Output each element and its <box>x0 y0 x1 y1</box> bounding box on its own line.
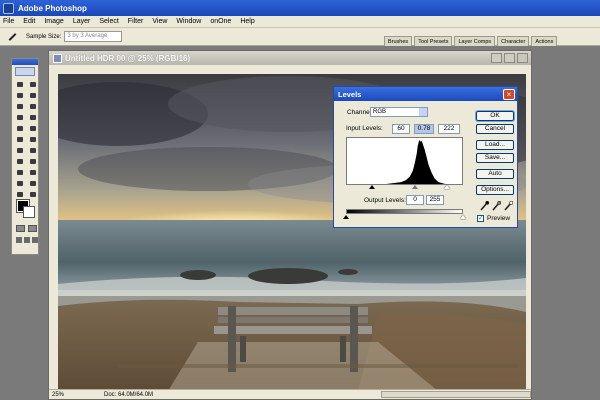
output-levels-label: Output Levels: <box>364 197 406 204</box>
eyedropper-icon[interactable] <box>6 31 18 43</box>
magic-wand-tool-icon[interactable] <box>28 91 39 100</box>
output-white-handle[interactable] <box>460 215 466 219</box>
histogram <box>346 137 463 185</box>
background-color-swatch[interactable] <box>23 206 35 218</box>
blur-tool-icon[interactable] <box>15 146 26 155</box>
lasso-tool-icon[interactable] <box>15 91 26 100</box>
brush-tool-icon[interactable] <box>28 113 39 122</box>
photoshop-app-icon <box>3 2 14 14</box>
document-size[interactable]: Doc: 64.0M/64.0M <box>104 392 153 398</box>
document-title-bar[interactable]: Untitled HDR 00 @ 25% (RGB/16) <box>49 51 531 65</box>
cancel-button[interactable]: Cancel <box>476 124 514 134</box>
input-levels-label: Input Levels: <box>346 125 383 132</box>
auto-button[interactable]: Auto <box>476 169 514 179</box>
standard-mode-icon[interactable] <box>16 225 25 232</box>
clone-stamp-tool-icon[interactable] <box>15 124 26 133</box>
output-black-field[interactable]: 0 <box>406 195 424 205</box>
maximize-button[interactable] <box>504 53 515 63</box>
menu-file[interactable]: File <box>3 18 14 25</box>
levels-dialog: Levels × Channel: RGB Input Levels: 60 0… <box>333 86 518 228</box>
menu-onone[interactable]: onOne <box>210 18 231 25</box>
notes-tool-icon[interactable] <box>15 179 26 188</box>
menu-image[interactable]: Image <box>44 18 63 25</box>
gray-eyedropper-icon[interactable] <box>492 200 502 211</box>
standard-screen-mode-icon[interactable] <box>16 237 22 243</box>
app-title-bar: Adobe Photoshop <box>0 0 600 16</box>
output-gradient-bar <box>346 209 463 214</box>
preview-checkbox[interactable]: ✓ <box>477 215 484 222</box>
levels-title: Levels <box>338 89 362 99</box>
tab-tool-presets[interactable]: Tool Presets <box>414 36 453 46</box>
menu-window[interactable]: Window <box>176 18 201 25</box>
slice-tool-icon[interactable] <box>28 102 39 111</box>
output-black-handle[interactable] <box>343 215 349 219</box>
hand-tool-icon[interactable] <box>15 190 26 199</box>
input-slider[interactable] <box>346 185 463 190</box>
move-tool-icon[interactable] <box>28 80 39 89</box>
tab-actions[interactable]: Actions <box>531 36 558 46</box>
toolbox <box>11 58 39 255</box>
marquee-tool-icon[interactable] <box>15 80 26 89</box>
path-selection-tool-icon[interactable] <box>15 157 26 166</box>
full-screen-mode-icon[interactable] <box>32 237 38 243</box>
close-button[interactable] <box>517 53 528 63</box>
channel-select[interactable]: RGB <box>370 107 428 117</box>
document-status-bar: 25% Doc: 64.0M/64.0M <box>49 389 531 399</box>
options-button[interactable]: Options... <box>476 185 514 195</box>
type-tool-icon[interactable] <box>28 157 39 166</box>
menu-edit[interactable]: Edit <box>23 18 35 25</box>
history-brush-tool-icon[interactable] <box>28 124 39 133</box>
preview-label: Preview <box>487 215 511 222</box>
document-icon <box>53 53 62 63</box>
document-title: Untitled HDR 00 @ 25% (RGB/16) <box>65 53 191 63</box>
input-black-field[interactable]: 60 <box>392 124 410 134</box>
input-gamma-handle[interactable] <box>412 185 418 189</box>
input-gamma-field[interactable]: 0.78 <box>414 124 434 134</box>
quick-mask-mode-icon[interactable] <box>28 225 37 232</box>
load-button[interactable]: Load... <box>476 140 514 150</box>
adobe-online-icon[interactable] <box>15 67 35 76</box>
chevron-down-icon <box>419 108 427 116</box>
crop-tool-icon[interactable] <box>15 102 26 111</box>
ok-button[interactable]: OK <box>475 110 515 122</box>
black-eyedropper-icon[interactable] <box>480 200 490 211</box>
menu-layer[interactable]: Layer <box>73 18 91 25</box>
menu-view[interactable]: View <box>152 18 167 25</box>
levels-title-bar[interactable]: Levels <box>334 87 517 101</box>
tab-character[interactable]: Character <box>497 36 530 46</box>
tab-layer-comps[interactable]: Layer Comps <box>454 36 496 46</box>
gradient-tool-icon[interactable] <box>28 135 39 144</box>
menu-bar: File Edit Image Layer Select Filter View… <box>0 16 600 28</box>
channel-value: RGB <box>373 109 387 115</box>
white-eyedropper-icon[interactable] <box>504 200 514 211</box>
input-white-handle[interactable] <box>444 185 450 189</box>
save-button[interactable]: Save... <box>476 153 514 163</box>
full-screen-menu-mode-icon[interactable] <box>24 237 30 243</box>
zoom-tool-icon[interactable] <box>28 190 39 199</box>
zoom-level[interactable]: 25% <box>52 392 74 398</box>
healing-brush-tool-icon[interactable] <box>15 113 26 122</box>
app-title: Adobe Photoshop <box>18 3 87 13</box>
input-white-field[interactable]: 222 <box>438 124 460 134</box>
output-white-field[interactable]: 255 <box>426 195 444 205</box>
sample-size-select[interactable]: 3 by 3 Average <box>64 31 123 42</box>
menu-select[interactable]: Select <box>99 18 118 25</box>
levels-close-icon[interactable]: × <box>503 89 515 100</box>
sample-size-label: Sample Size: <box>26 33 62 40</box>
dodge-tool-icon[interactable] <box>28 146 39 155</box>
shape-tool-icon[interactable] <box>28 168 39 177</box>
tab-brushes[interactable]: Brushes <box>384 36 413 46</box>
eraser-tool-icon[interactable] <box>15 135 26 144</box>
toolbox-title-bar[interactable] <box>12 59 38 65</box>
menu-help[interactable]: Help <box>240 18 254 25</box>
output-slider[interactable] <box>343 215 466 220</box>
eyedropper-tool-icon[interactable] <box>28 179 39 188</box>
input-black-handle[interactable] <box>369 185 375 189</box>
pen-tool-icon[interactable] <box>15 168 26 177</box>
horizontal-scrollbar[interactable] <box>381 391 531 398</box>
minimize-button[interactable] <box>491 53 502 63</box>
palette-well: Brushes Tool Presets Layer Comps Charact… <box>384 30 600 46</box>
menu-filter[interactable]: Filter <box>128 18 144 25</box>
